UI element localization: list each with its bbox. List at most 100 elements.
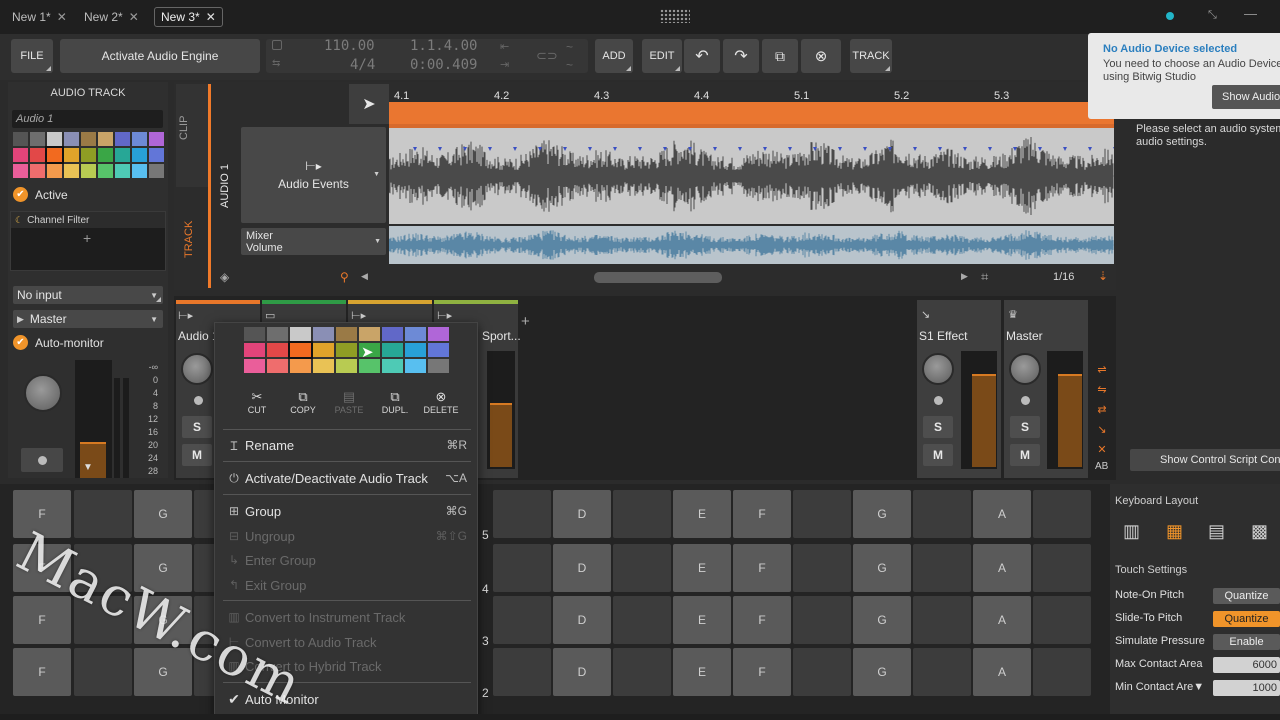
note-pad[interactable]: G <box>853 490 911 538</box>
undo-button[interactable]: ↶ <box>684 39 720 73</box>
note-pad[interactable]: E <box>673 596 731 644</box>
color-swatch[interactable] <box>47 132 62 146</box>
note-pad[interactable] <box>793 490 851 538</box>
track-button[interactable]: TRACK <box>850 39 892 73</box>
volume-knob[interactable] <box>24 374 62 412</box>
color-swatch[interactable] <box>267 327 288 341</box>
tempo-value[interactable]: 110.00 <box>324 38 375 54</box>
edit-button[interactable]: EDIT <box>642 39 682 73</box>
menu-item-activate-deactivate[interactable]: ⏻ Activate/Deactivate Audio Track ⌥A <box>223 466 473 490</box>
clip-header[interactable] <box>389 102 1114 124</box>
color-swatch[interactable] <box>98 164 113 178</box>
fullscreen-icon[interactable]: ⤡ <box>1208 9 1217 22</box>
note-pad[interactable] <box>793 596 851 644</box>
color-swatch[interactable] <box>81 164 96 178</box>
color-swatch[interactable] <box>98 132 113 146</box>
note-pad[interactable] <box>613 648 671 696</box>
cut-action[interactable]: ✂ CUT <box>239 389 275 423</box>
menu-item-exit-group[interactable]: ↰ Exit Group <box>223 573 473 597</box>
tool-icon[interactable]: ⇋ <box>1093 380 1111 400</box>
color-swatch[interactable] <box>405 359 426 373</box>
duplicate-action[interactable]: ⧉ DUPL. <box>377 389 413 423</box>
tab-new-3[interactable]: New 3* ✕ <box>154 7 223 27</box>
menu-item-group[interactable]: ⊞ Group ⌘G <box>223 499 473 523</box>
zoom-value[interactable]: 1/16 <box>1053 271 1074 283</box>
note-pad[interactable]: E <box>673 490 731 538</box>
show-control-script-button[interactable]: Show Control Script Con <box>1130 449 1280 471</box>
note-pad[interactable]: D <box>553 490 611 538</box>
tool-icon[interactable]: ⇄ <box>1093 400 1111 420</box>
grid-dots-icon[interactable] <box>660 9 690 23</box>
touch-setting-value[interactable]: 1000 <box>1213 680 1280 696</box>
color-swatch[interactable] <box>428 327 449 341</box>
note-pad[interactable] <box>913 596 971 644</box>
note-pad[interactable]: F <box>733 490 791 538</box>
tab-new-2[interactable]: New 2* ✕ <box>84 8 139 26</box>
layout-blocks-icon[interactable]: ▩ <box>1251 521 1268 542</box>
color-swatch[interactable] <box>267 343 288 357</box>
color-swatch[interactable] <box>13 164 28 178</box>
fader-handle-icon[interactable]: ▼ <box>83 462 93 473</box>
color-swatch[interactable] <box>81 132 96 146</box>
color-swatch[interactable] <box>115 164 130 178</box>
color-swatch[interactable] <box>115 132 130 146</box>
track-name-field[interactable]: Audio 1 <box>12 110 163 128</box>
note-pad[interactable]: G <box>853 544 911 592</box>
color-swatch[interactable] <box>244 359 265 373</box>
record-arm-button[interactable] <box>21 448 63 472</box>
note-pad[interactable] <box>1033 648 1091 696</box>
layout-bars-icon[interactable]: ▤ <box>1208 521 1225 542</box>
color-swatch[interactable] <box>382 343 403 357</box>
file-button[interactable]: FILE <box>11 39 53 73</box>
color-picker[interactable] <box>244 327 449 379</box>
active-toggle[interactable]: ✔ Active <box>13 187 68 202</box>
snap-icon[interactable]: ⇣ <box>1098 269 1108 283</box>
color-swatch[interactable] <box>428 343 449 357</box>
redo-button[interactable]: ↷ <box>723 39 759 73</box>
touch-setting-value[interactable]: Quantize <box>1213 588 1280 604</box>
mute-button[interactable]: M <box>182 444 212 466</box>
color-swatch[interactable] <box>313 359 334 373</box>
color-swatch[interactable] <box>382 327 403 341</box>
paste-action[interactable]: ▤ PASTE <box>331 389 367 423</box>
color-swatch[interactable] <box>149 164 164 178</box>
note-pad[interactable]: F <box>733 648 791 696</box>
note-pad[interactable] <box>1033 490 1091 538</box>
note-pad[interactable]: F <box>733 544 791 592</box>
copy-action[interactable]: ⧉ COPY <box>285 389 321 423</box>
color-swatch[interactable] <box>149 132 164 146</box>
note-pad[interactable] <box>793 544 851 592</box>
note-pad[interactable] <box>793 648 851 696</box>
delete-action[interactable]: ⊗ DELETE <box>423 389 459 423</box>
note-pad[interactable]: F <box>733 596 791 644</box>
note-pad[interactable] <box>613 544 671 592</box>
color-swatch[interactable] <box>359 327 380 341</box>
note-pad[interactable] <box>613 490 671 538</box>
color-swatch[interactable] <box>132 132 147 146</box>
color-swatch[interactable] <box>313 327 334 341</box>
audio-events-button[interactable]: ⊢▸ Audio Events ▼ <box>241 127 386 223</box>
note-pad[interactable]: G <box>853 596 911 644</box>
note-pad[interactable] <box>913 490 971 538</box>
color-swatch[interactable] <box>98 148 113 162</box>
color-swatch[interactable] <box>405 343 426 357</box>
position-time[interactable]: 0:00.409 <box>410 57 477 73</box>
note-pad[interactable] <box>74 648 132 696</box>
color-swatch[interactable] <box>290 327 311 341</box>
menu-item-rename[interactable]: Ɪ Rename ⌘R <box>223 433 473 457</box>
color-swatch[interactable] <box>290 359 311 373</box>
time-signature[interactable]: 4/4 <box>350 57 375 73</box>
inspector-color-palette[interactable] <box>13 132 164 180</box>
add-track-icon[interactable]: + <box>521 313 530 330</box>
color-swatch[interactable] <box>359 359 380 373</box>
color-swatch[interactable] <box>64 132 79 146</box>
color-swatch[interactable] <box>313 343 334 357</box>
follow-icon[interactable]: ⇥ <box>500 58 509 71</box>
color-swatch[interactable] <box>336 327 357 341</box>
pan-knob[interactable] <box>181 353 213 385</box>
note-pad[interactable]: F <box>13 648 71 696</box>
note-pad[interactable]: A <box>973 648 1031 696</box>
touch-setting-value[interactable]: Quantize <box>1213 611 1280 627</box>
color-swatch[interactable] <box>45 146 64 164</box>
close-icon[interactable]: ✕ <box>1093 440 1111 460</box>
